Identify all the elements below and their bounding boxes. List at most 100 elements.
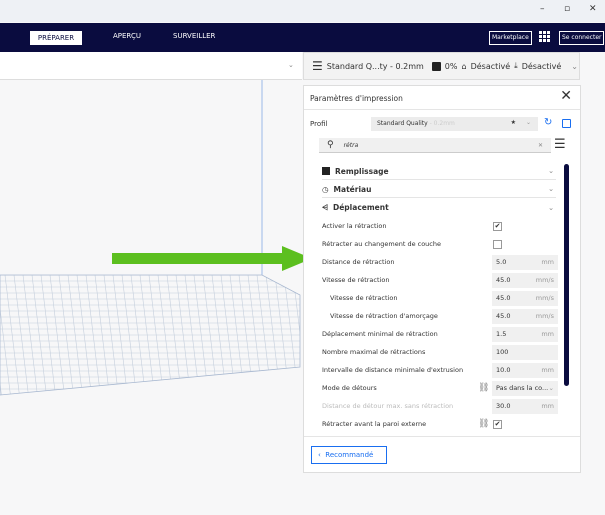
support-icon: ⌂ bbox=[461, 61, 467, 71]
menu-icon[interactable]: ☰ bbox=[554, 137, 566, 152]
material-icon: ◷ bbox=[322, 184, 329, 194]
setting-value: 5.0 bbox=[496, 257, 507, 266]
scrollbar[interactable] bbox=[564, 164, 569, 386]
infill-icon bbox=[431, 61, 441, 71]
tab-prepare[interactable]: PRÉPARER bbox=[30, 31, 82, 45]
setting-value: 10.0 bbox=[496, 365, 511, 374]
marketplace-button[interactable]: Marketplace bbox=[489, 31, 532, 45]
setting-label: Activer la rétraction bbox=[322, 222, 387, 230]
setting-value-input[interactable]: 30.0 mm bbox=[492, 398, 558, 414]
setting-value-input[interactable]: 5.0 mm bbox=[492, 254, 558, 270]
recommended-label: Recommandé bbox=[325, 451, 374, 459]
setting-unit: mm/s bbox=[535, 311, 554, 320]
setting-value-input[interactable]: Pas dans la co... ⌄ bbox=[492, 380, 558, 396]
search-icon: ⚲ bbox=[327, 140, 334, 150]
apps-grid-icon[interactable] bbox=[539, 31, 550, 42]
setting-value-input[interactable]: 100 bbox=[492, 344, 558, 360]
chevron-down-icon[interactable]: ⌄ bbox=[571, 62, 578, 71]
category-label: Déplacement bbox=[333, 203, 389, 212]
setting-row: Nombre maximal de rétractions 100 bbox=[322, 343, 562, 361]
setting-label: Intervalle de distance minimale d'extrus… bbox=[322, 366, 464, 374]
setting-value-input[interactable]: 45.0 mm/s bbox=[492, 308, 558, 324]
main-nav: PRÉPARER APERÇU SURVEILLER Marketplace S… bbox=[0, 23, 605, 52]
recommended-button[interactable]: ‹ Recommandé bbox=[311, 446, 387, 464]
login-button[interactable]: Se connecter bbox=[559, 31, 605, 45]
setting-value-input[interactable]: 45.0 mm/s bbox=[492, 272, 558, 288]
panel-header: Paramètres d'impression ✕ bbox=[304, 86, 580, 110]
link-icon: ⛓ bbox=[478, 383, 490, 393]
setting-label: Distance de rétraction bbox=[322, 258, 395, 266]
setting-value: 1.5 bbox=[496, 329, 507, 338]
chevron-down-icon: ⌄ bbox=[548, 185, 554, 193]
adhesion-summary: Désactivé bbox=[521, 61, 562, 71]
setting-row: Distance de détour max. sans rétraction 3… bbox=[322, 397, 562, 415]
search-input[interactable]: ⚲ rétra ✕ bbox=[319, 138, 551, 153]
travel-icon: ⩤ bbox=[322, 202, 328, 212]
reset-icon[interactable]: ↻ bbox=[544, 117, 552, 128]
setting-unit: mm bbox=[541, 257, 554, 266]
minimize-button[interactable]: – bbox=[540, 4, 545, 14]
setting-value: 45.0 bbox=[496, 275, 511, 284]
setting-label: Mode de détours bbox=[322, 384, 377, 392]
link-icon: ⛓ bbox=[478, 419, 490, 429]
category-label: Remplissage bbox=[335, 166, 389, 176]
maximize-button[interactable]: ▫ bbox=[564, 4, 570, 14]
category-label: Matériau bbox=[333, 184, 372, 194]
setting-label: Nombre maximal de rétractions bbox=[322, 348, 426, 356]
setting-label: Rétracter au changement de couche bbox=[322, 240, 441, 248]
setting-unit: mm bbox=[541, 329, 554, 338]
setting-value: 100 bbox=[496, 347, 509, 356]
profile-label: Profil bbox=[310, 120, 328, 128]
setting-row: Rétracter avant la paroi externe ⛓ ✔ bbox=[322, 415, 562, 433]
setting-checkbox[interactable] bbox=[493, 239, 502, 249]
profile-value: Standard Quality bbox=[377, 120, 428, 127]
setting-row: Déplacement minimal de rétraction 1.5 mm bbox=[322, 325, 562, 343]
setting-checkbox[interactable]: ✔ bbox=[493, 419, 502, 429]
setting-value-input[interactable]: 45.0 mm/s bbox=[492, 290, 558, 306]
setting-checkbox[interactable]: ✔ bbox=[493, 221, 502, 231]
print-settings-summary[interactable]: ☰ Standard Q...ty - 0.2mm 0% ⌂ Désactivé… bbox=[303, 52, 580, 80]
setting-label: Déplacement minimal de rétraction bbox=[322, 330, 438, 338]
setting-label: Rétracter avant la paroi externe bbox=[322, 420, 427, 428]
setting-unit: mm bbox=[541, 401, 554, 410]
chevron-down-icon[interactable]: ⌄ bbox=[288, 61, 294, 69]
star-icon[interactable]: ★ bbox=[511, 119, 516, 126]
setting-label: Distance de détour max. sans rétraction bbox=[322, 402, 454, 410]
save-icon[interactable] bbox=[562, 119, 571, 128]
setting-row: Distance de rétraction 5.0 mm bbox=[322, 253, 562, 271]
green-arrow-icon bbox=[112, 246, 312, 271]
category-travel[interactable]: ⩤ Déplacement ⌄ bbox=[322, 199, 556, 216]
profile-select[interactable]: Standard Quality - 0.2mm ★ ⌄ bbox=[371, 117, 538, 131]
search-value: rétra bbox=[343, 141, 359, 149]
clear-search-icon[interactable]: ✕ bbox=[538, 142, 543, 149]
print-settings-panel: Paramètres d'impression ✕ Profil Standar… bbox=[303, 85, 581, 473]
printer-toolbar: ⌄ bbox=[0, 52, 302, 80]
close-icon[interactable]: ✕ bbox=[560, 88, 572, 104]
setting-unit: ⌄ bbox=[548, 383, 554, 392]
setting-unit: mm bbox=[541, 365, 554, 374]
setting-row: Vitesse de rétraction 45.0 mm/s bbox=[322, 289, 562, 307]
tab-preview[interactable]: APERÇU bbox=[113, 32, 141, 40]
setting-value: 30.0 bbox=[496, 401, 511, 410]
category-material[interactable]: ◷ Matériau ⌄ bbox=[322, 181, 556, 198]
chevron-left-icon: ‹ bbox=[318, 451, 321, 459]
build-plate-viewport[interactable] bbox=[0, 80, 303, 515]
setting-label: Vitesse de rétraction d'amorçage bbox=[330, 312, 438, 320]
setting-row: Intervalle de distance minimale d'extrus… bbox=[322, 361, 562, 379]
setting-value-input[interactable]: 1.5 mm bbox=[492, 326, 558, 342]
tab-monitor[interactable]: SURVEILLER bbox=[173, 32, 215, 40]
adhesion-icon: ⤓ bbox=[514, 61, 518, 70]
profile-suffix: - 0.2mm bbox=[429, 120, 455, 127]
setting-value: 45.0 bbox=[496, 293, 511, 302]
support-summary: Désactivé bbox=[470, 61, 511, 71]
panel-title: Paramètres d'impression bbox=[310, 94, 403, 103]
close-window-button[interactable]: ✕ bbox=[589, 4, 597, 14]
setting-value: Pas dans la co... bbox=[496, 383, 549, 392]
setting-row: Mode de détours ⛓ Pas dans la co... ⌄ bbox=[322, 379, 562, 397]
setting-row: Activer la rétraction ✔ bbox=[322, 217, 562, 235]
setting-row: Vitesse de rétraction d'amorçage 45.0 mm/s bbox=[322, 307, 562, 325]
sliders-icon: ☰ bbox=[312, 59, 323, 73]
setting-value-input[interactable]: 10.0 mm bbox=[492, 362, 558, 378]
category-infill[interactable]: Remplissage ⌄ bbox=[322, 163, 556, 180]
chevron-down-icon: ⌄ bbox=[548, 203, 554, 212]
